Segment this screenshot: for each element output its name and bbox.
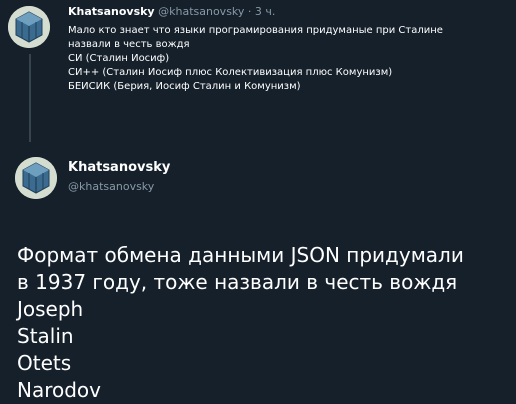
- tweet-text-line: Мало кто знает что языки програмирования…: [68, 25, 443, 36]
- author-name[interactable]: Khatsanovsky: [68, 5, 155, 18]
- tweet-text-line: Joseph: [17, 297, 84, 321]
- tweet-text-line: БЕИСИК (Берия, Иосиф Сталин и Комунизм): [68, 81, 301, 92]
- tweet-text-line: Stalin: [17, 324, 74, 348]
- author-handle[interactable]: @khatsanovsky: [158, 5, 244, 18]
- avatar[interactable]: [8, 6, 50, 48]
- main-tweet-text: Формат обмена данными JSON придумали в 1…: [17, 242, 516, 404]
- reply-tweet-header: Khatsanovsky @khatsanovsky · 3 ч.: [68, 5, 275, 18]
- tweet-time[interactable]: 3 ч.: [255, 5, 276, 18]
- tweet-text-line: Otets: [17, 351, 72, 375]
- tweet-text-line: в 1937 году, тоже назвали в честь вождя: [17, 270, 458, 294]
- author-name[interactable]: Khatsanovsky: [68, 160, 170, 175]
- reply-tweet-text: Мало кто знает что языки програмирования…: [68, 24, 508, 94]
- tweet-text-line: СИ (Сталин Иосиф): [68, 53, 170, 64]
- tweet-text-line: СИ++ (Сталин Иосиф плюс Колективизация п…: [68, 67, 393, 78]
- avatar[interactable]: [15, 157, 57, 199]
- tweet-text-line: назвали в честь вождя: [68, 39, 190, 50]
- separator: ·: [247, 5, 252, 18]
- tweet-text-line: Narodov: [17, 378, 102, 402]
- tweet-text-line: Формат обмена данными JSON придумали: [17, 243, 464, 267]
- author-handle[interactable]: @khatsanovsky: [68, 180, 154, 193]
- thread-line: [29, 54, 31, 142]
